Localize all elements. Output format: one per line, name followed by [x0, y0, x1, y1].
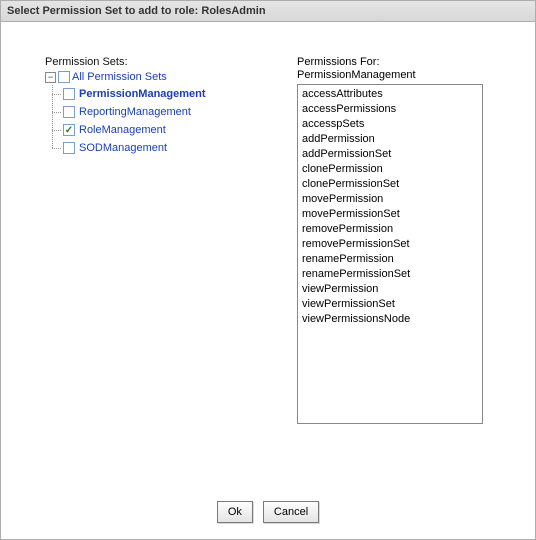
permission-item[interactable]: clonePermission [302, 162, 478, 177]
tree-item-checkbox[interactable] [63, 142, 75, 154]
permission-item[interactable]: addPermission [302, 132, 478, 147]
permissions-listbox[interactable]: accessAttributesaccessPermissionsaccessp… [297, 84, 483, 424]
permission-item[interactable]: viewPermissionSet [302, 297, 478, 312]
left-pane: Permission Sets: − All Permission Sets P… [45, 56, 297, 424]
tree-root-label[interactable]: All Permission Sets [72, 71, 167, 83]
dialog-buttons: Ok Cancel [1, 501, 535, 523]
permission-item[interactable]: clonePermissionSet [302, 177, 478, 192]
permissions-for-label: Permissions For: [297, 56, 509, 68]
permission-item[interactable]: movePermissionSet [302, 207, 478, 222]
tree-children: PermissionManagement ReportingManagement R… [63, 85, 297, 157]
tree-item: PermissionManagement [63, 85, 297, 103]
permission-item[interactable]: renamePermissionSet [302, 267, 478, 282]
tree-item-checkbox[interactable] [63, 124, 75, 136]
tree-item-checkbox[interactable] [63, 106, 75, 118]
permission-sets-tree: − All Permission Sets PermissionManageme… [45, 71, 297, 157]
right-pane: Permissions For: PermissionManagement ac… [297, 56, 509, 424]
tree-item: ReportingManagement [63, 103, 297, 121]
dialog-title: Select Permission Set to add to role: Ro… [1, 0, 535, 22]
permission-item[interactable]: removePermissionSet [302, 237, 478, 252]
tree-item-label[interactable]: SODManagement [79, 142, 167, 154]
permission-item[interactable]: accessAttributes [302, 87, 478, 102]
permissions-for-source: PermissionManagement [297, 69, 509, 81]
permission-item[interactable]: removePermission [302, 222, 478, 237]
collapse-icon[interactable]: − [45, 72, 56, 83]
dialog-body: Permission Sets: − All Permission Sets P… [1, 22, 535, 432]
permission-item[interactable]: addPermissionSet [302, 147, 478, 162]
tree-root: − All Permission Sets [45, 71, 297, 83]
permission-item[interactable]: viewPermissionsNode [302, 312, 478, 327]
permission-item[interactable]: accesspSets [302, 117, 478, 132]
tree-item-label[interactable]: RoleManagement [79, 124, 166, 136]
tree-item-label[interactable]: ReportingManagement [79, 106, 191, 118]
root-checkbox[interactable] [58, 71, 70, 83]
permission-item[interactable]: renamePermission [302, 252, 478, 267]
cancel-button[interactable]: Cancel [263, 501, 319, 523]
tree-item: SODManagement [63, 139, 297, 157]
ok-button[interactable]: Ok [217, 501, 253, 523]
tree-item: RoleManagement [63, 121, 297, 139]
tree-item-checkbox[interactable] [63, 88, 75, 100]
dialog: Select Permission Set to add to role: Ro… [0, 0, 536, 540]
permission-sets-label: Permission Sets: [45, 56, 297, 68]
permission-item[interactable]: movePermission [302, 192, 478, 207]
permission-item[interactable]: accessPermissions [302, 102, 478, 117]
permission-item[interactable]: viewPermission [302, 282, 478, 297]
tree-item-label[interactable]: PermissionManagement [79, 88, 206, 100]
